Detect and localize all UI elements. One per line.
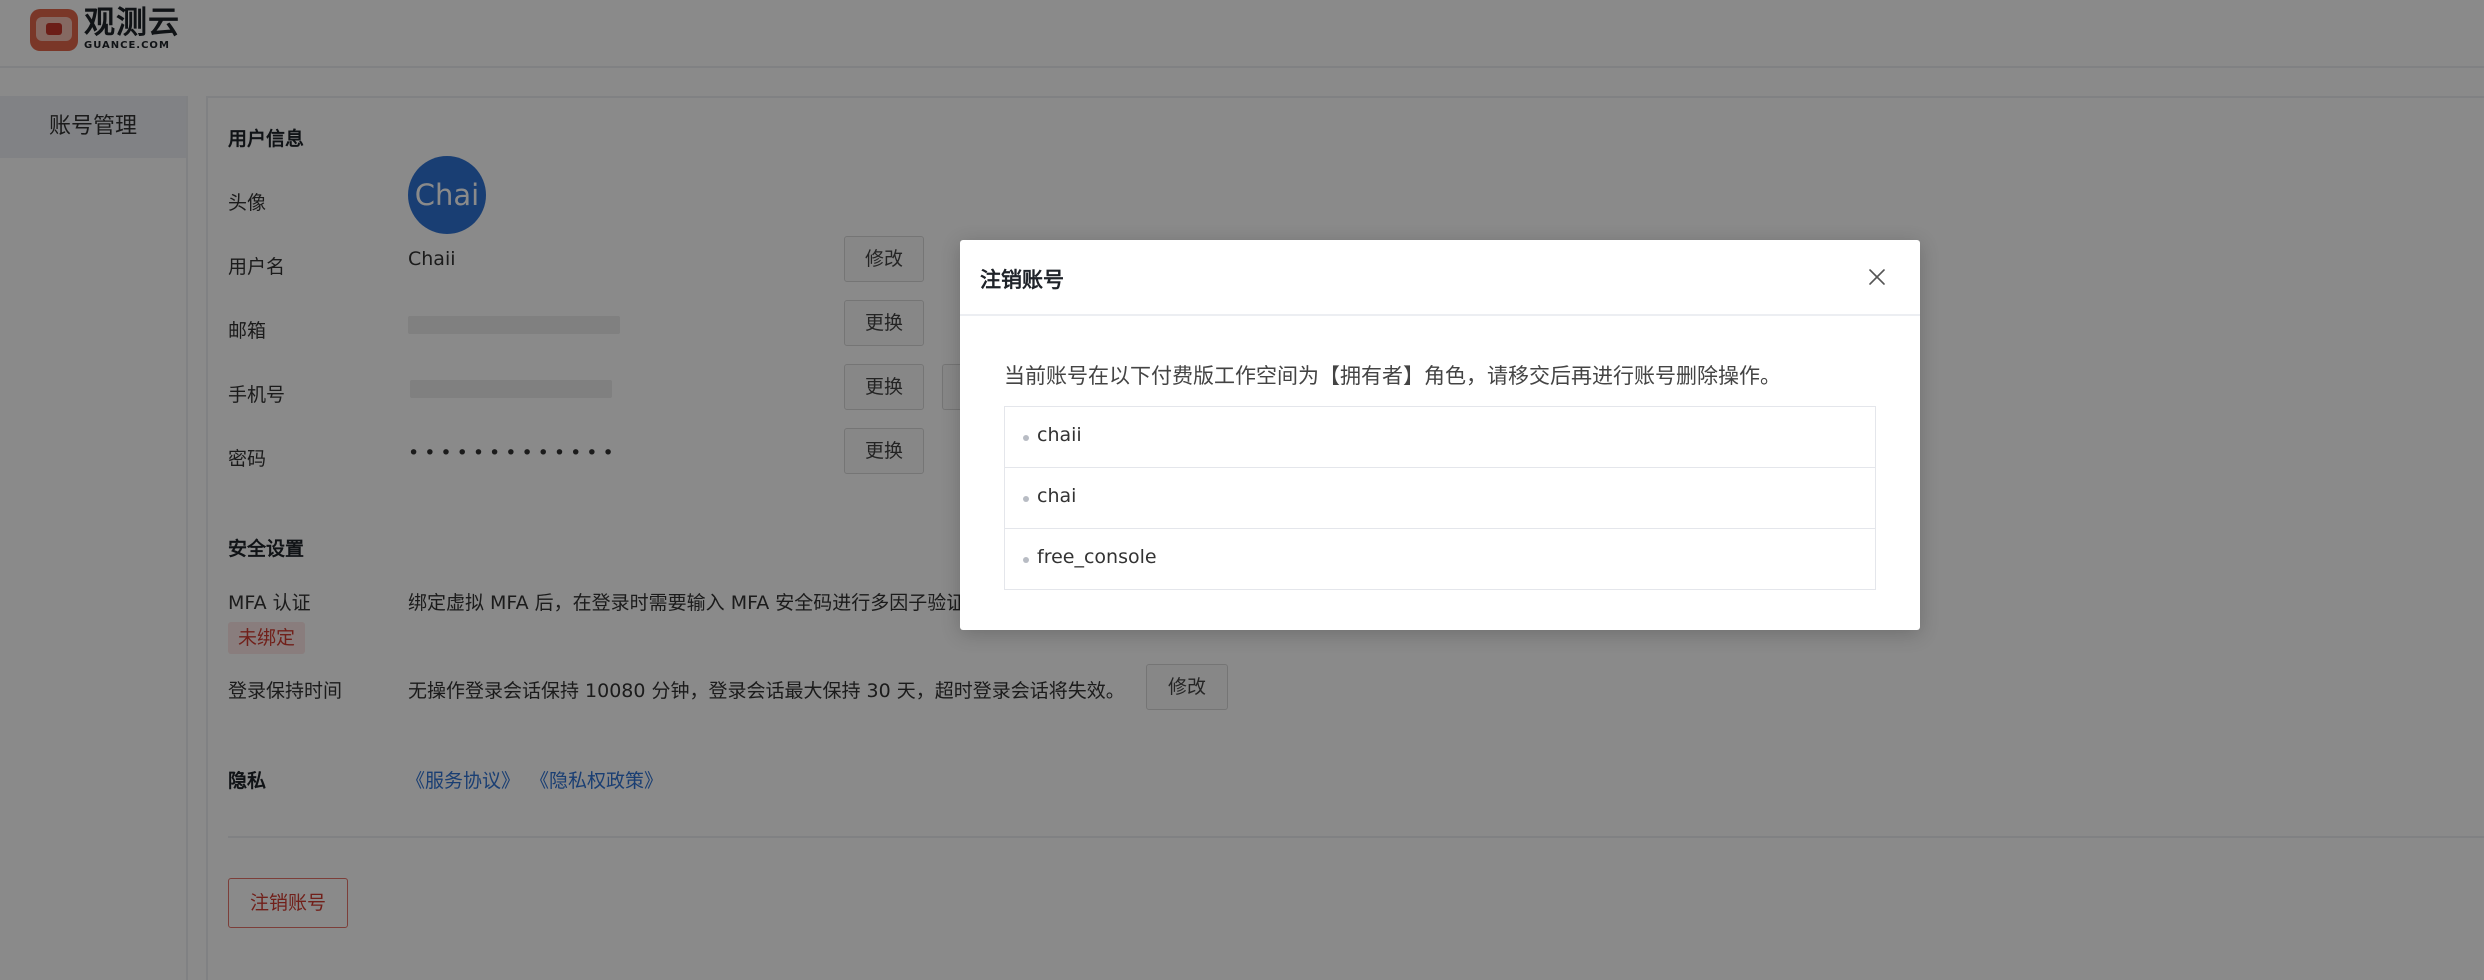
dialog-title: 注销账号 [980, 268, 1064, 292]
workspace-name: chai [1037, 485, 1077, 507]
list-item: chaii [1005, 407, 1875, 468]
bullet-icon [1023, 435, 1029, 441]
bullet-icon [1023, 496, 1029, 502]
delete-account-dialog: 注销账号 当前账号在以下付费版工作空间为【拥有者】角色，请移交后再进行账号删除操… [960, 240, 1920, 630]
workspace-list: chaii chai free_console [1004, 406, 1876, 590]
bullet-icon [1023, 557, 1029, 563]
dialog-message: 当前账号在以下付费版工作空间为【拥有者】角色，请移交后再进行账号删除操作。 [1004, 364, 1781, 388]
workspace-name: chaii [1037, 424, 1082, 446]
list-item: chai [1005, 468, 1875, 529]
close-icon[interactable] [1862, 262, 1892, 292]
dialog-header: 注销账号 [960, 240, 1920, 316]
workspace-name: free_console [1037, 546, 1157, 568]
list-item: free_console [1005, 529, 1875, 590]
